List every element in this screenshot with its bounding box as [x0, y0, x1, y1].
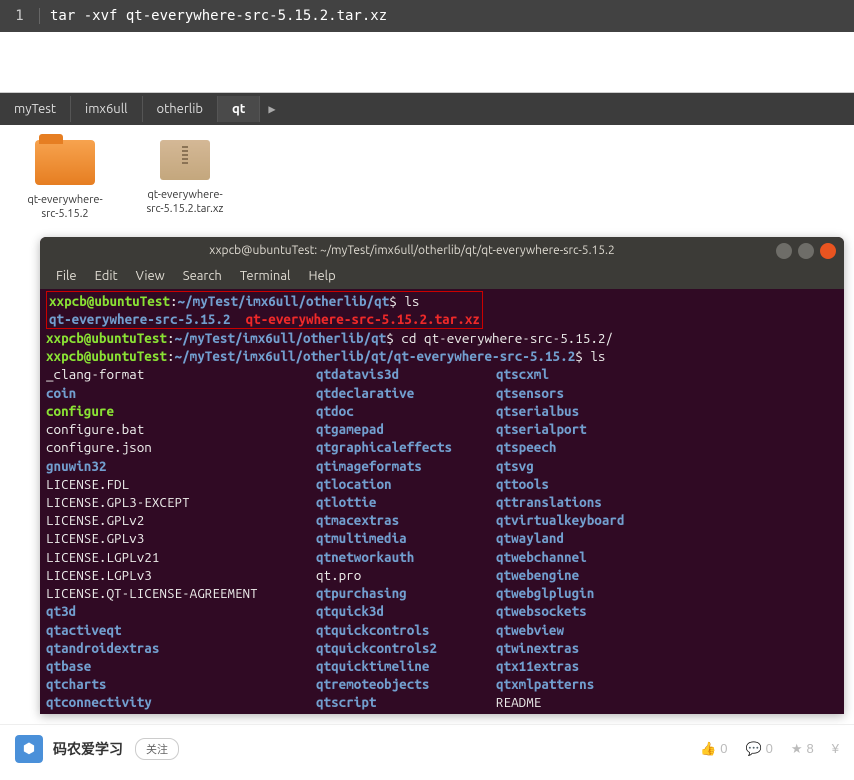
footer-stats: 👍0 💬0 ★8 ¥: [700, 741, 839, 757]
close-icon[interactable]: [820, 243, 836, 259]
file-pane: qt-everywhere-src-5.15.2 qt-everywhere-s…: [0, 125, 854, 237]
avatar[interactable]: ⬢: [15, 735, 43, 763]
menu-file[interactable]: File: [48, 267, 85, 285]
menubar: File Edit View Search Terminal Help: [40, 265, 844, 289]
archive-icon: [160, 140, 210, 180]
menu-help[interactable]: Help: [300, 267, 343, 285]
file-item-archive[interactable]: qt-everywhere-src-5.15.2.tar.xz: [140, 140, 230, 222]
file-label: qt-everywhere-src-5.15.2: [20, 193, 110, 222]
like-stat[interactable]: 👍0: [700, 741, 727, 757]
file-browser: myTest imx6ull otherlib qt ▶ qt-everywhe…: [0, 92, 854, 714]
breadcrumb-item-mytest[interactable]: myTest: [0, 96, 71, 122]
window-controls: [776, 243, 836, 259]
folder-icon: [35, 140, 95, 185]
comment-icon: 💬: [745, 741, 761, 757]
code-command[interactable]: tar -xvf qt-everywhere-src-5.15.2.tar.xz: [50, 8, 387, 24]
file-item-folder[interactable]: qt-everywhere-src-5.15.2: [20, 140, 110, 222]
star-stat[interactable]: ★8: [791, 741, 814, 757]
thumbs-up-icon: 👍: [700, 741, 716, 757]
minimize-icon[interactable]: [776, 243, 792, 259]
menu-view[interactable]: View: [128, 267, 173, 285]
author-name[interactable]: 码农爱学习: [53, 739, 123, 759]
file-label: qt-everywhere-src-5.15.2.tar.xz: [140, 188, 230, 217]
menu-edit[interactable]: Edit: [87, 267, 126, 285]
maximize-icon[interactable]: [798, 243, 814, 259]
comment-stat[interactable]: 💬0: [745, 741, 772, 757]
breadcrumb-item-otherlib[interactable]: otherlib: [143, 96, 218, 122]
line-number: 1: [0, 8, 40, 24]
footer: ⬢ 码农爱学习 关注 👍0 💬0 ★8 ¥: [0, 724, 854, 773]
menu-search[interactable]: Search: [175, 267, 230, 285]
follow-button[interactable]: 关注: [135, 738, 179, 760]
menu-terminal[interactable]: Terminal: [232, 267, 299, 285]
breadcrumb-item-imx6ull[interactable]: imx6ull: [71, 96, 143, 122]
window-title: xxpcb@ubuntuTest: ~/myTest/imx6ull/other…: [48, 244, 776, 257]
reward-icon[interactable]: ¥: [832, 741, 839, 756]
titlebar: xxpcb@ubuntuTest: ~/myTest/imx6ull/other…: [40, 237, 844, 265]
star-icon: ★: [791, 741, 803, 757]
breadcrumb: myTest imx6ull otherlib qt ▶: [0, 93, 854, 125]
code-block: 1 tar -xvf qt-everywhere-src-5.15.2.tar.…: [0, 0, 854, 32]
chevron-right-icon[interactable]: ▶: [260, 102, 283, 116]
breadcrumb-item-qt[interactable]: qt: [218, 96, 260, 122]
terminal-window: xxpcb@ubuntuTest: ~/myTest/imx6ull/other…: [40, 237, 844, 714]
terminal-body[interactable]: xxpcb@ubuntuTest:~/myTest/imx6ull/otherl…: [40, 289, 844, 714]
